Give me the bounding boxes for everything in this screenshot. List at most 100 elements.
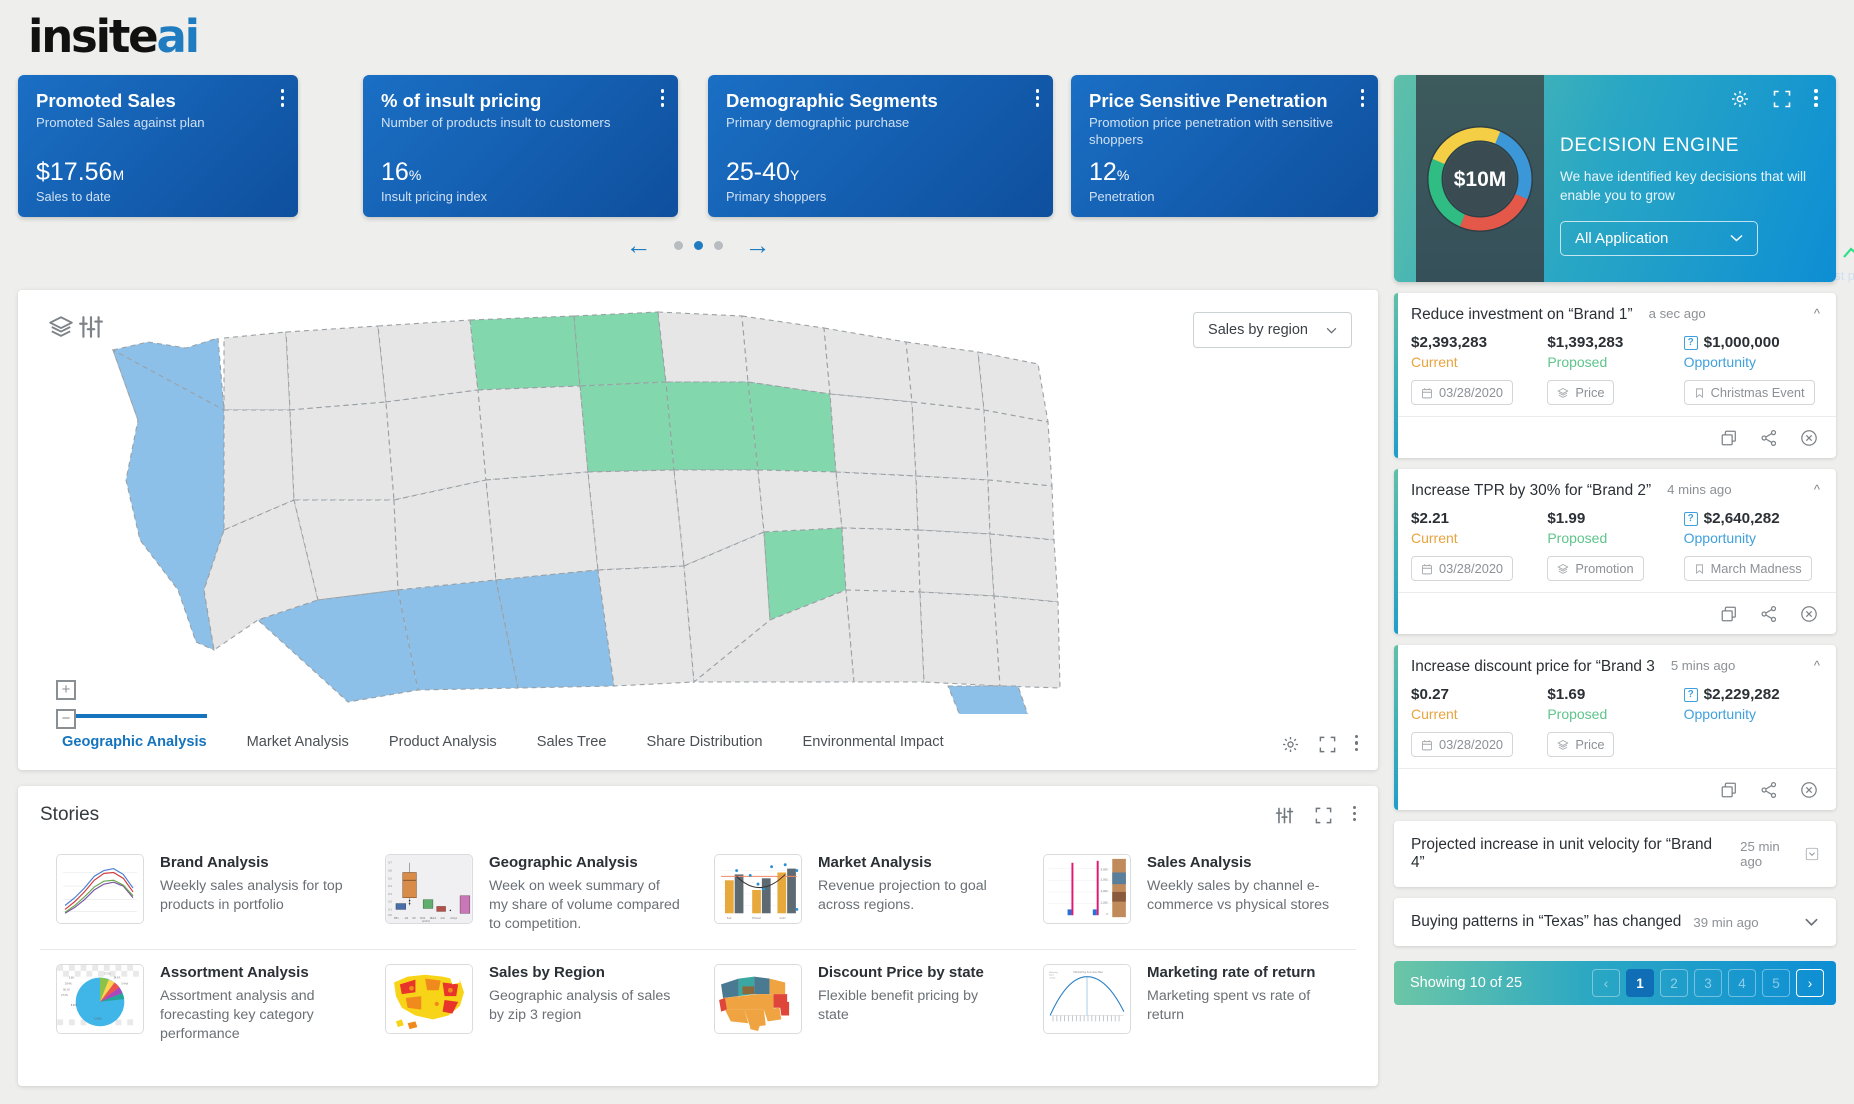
gear-icon[interactable] xyxy=(1281,735,1300,754)
decision-card-collapsed-texas[interactable]: Buying patterns in “Texas” has changed 3… xyxy=(1394,898,1836,946)
zoom-out-button[interactable]: − xyxy=(56,709,76,729)
brand-logo[interactable]: insiteai xyxy=(28,10,200,63)
pagination-controls: ‹ 1 2 3 4 5 › xyxy=(1592,969,1824,997)
svg-text:8.5kit: 8.5kit xyxy=(71,1003,77,1006)
map-metric-select[interactable]: Sales by region xyxy=(1193,312,1352,348)
carousel-prev-icon[interactable]: ← xyxy=(626,232,652,258)
decision-date-tag[interactable]: 03/28/2020 xyxy=(1411,732,1514,757)
pagination-prev-button[interactable]: ‹ xyxy=(1592,969,1620,997)
tab-product-analysis[interactable]: Product Analysis xyxy=(389,728,497,756)
pagination-page-5[interactable]: 5 xyxy=(1762,969,1790,997)
story-card-brand-analysis[interactable]: Brand Analysis Weekly sales analysis for… xyxy=(40,850,369,939)
pagination-page-4[interactable]: 4 xyxy=(1728,969,1756,997)
story-description: Geographic analysis of sales by zip 3 re… xyxy=(489,987,671,1023)
carousel-dot-2[interactable] xyxy=(693,240,703,250)
svg-text:0.4: 0.4 xyxy=(388,885,392,888)
pagination-page-3[interactable]: 3 xyxy=(1694,969,1722,997)
help-icon[interactable]: ? xyxy=(1683,511,1698,526)
gear-icon[interactable] xyxy=(1730,89,1750,109)
filter-sliders-icon[interactable] xyxy=(78,314,104,340)
tab-share-distribution[interactable]: Share Distribution xyxy=(647,728,763,756)
decision-card-collapsed-brand-4[interactable]: Projected increase in unit velocity for … xyxy=(1394,821,1836,887)
decision-date-tag[interactable]: 03/28/2020 xyxy=(1411,556,1514,581)
svg-text:prodnd: prodnd xyxy=(422,920,430,923)
expand-caret-icon[interactable] xyxy=(1805,847,1819,861)
story-title: Brand Analysis xyxy=(160,854,269,871)
pagination-page-2[interactable]: 2 xyxy=(1660,969,1688,997)
tab-market-analysis[interactable]: Market Analysis xyxy=(247,728,349,756)
decision-card-brand-2[interactable]: Increase TPR by 30% for “Brand 2” 4 mins… xyxy=(1394,469,1836,634)
dismiss-icon[interactable] xyxy=(1800,781,1818,799)
carousel-next-icon[interactable]: → xyxy=(745,232,771,258)
duplicate-icon[interactable] xyxy=(1720,429,1738,447)
decision-type-tag[interactable]: Promotion xyxy=(1547,556,1644,581)
story-card-assortment-analysis[interactable]: 3.6% 29.4% 56.1% 27.2% 17.1% 34.5% 5.4 kit 8.5k… xyxy=(40,960,369,1049)
decision-metric-opportunity: ? $2,229,282 Opportunity xyxy=(1683,686,1820,757)
kpi-menu-icon[interactable] xyxy=(280,89,284,110)
expand-icon[interactable] xyxy=(1318,735,1337,754)
kpi-card-price-sensitive-penetration[interactable]: Price Sensitive Penetration Promotion pr… xyxy=(1071,75,1378,217)
kpi-menu-icon[interactable] xyxy=(660,89,664,110)
decision-card-title: Increase discount price for “Brand 3 xyxy=(1411,658,1655,675)
story-card-geographic-analysis[interactable]: 0.7 0.6 0.5 0.4 0.3 0.2 0.1 0.0 Mfrs Alb Kfc Brdd Nt… xyxy=(369,850,698,939)
decision-card-footer xyxy=(1394,768,1836,810)
application-filter-select[interactable]: All Application xyxy=(1560,220,1758,256)
duplicate-icon[interactable] xyxy=(1720,605,1738,623)
pagination-page-1[interactable]: 1 xyxy=(1626,969,1654,997)
usa-map-svg[interactable] xyxy=(18,290,1378,714)
duplicate-icon[interactable] xyxy=(1720,781,1738,799)
story-card-market-analysis[interactable]: East Midwest South Market Analysis Revenue… xyxy=(698,850,1027,939)
zoom-in-button[interactable]: + xyxy=(56,680,76,700)
decision-date-tag[interactable]: 03/28/2020 xyxy=(1411,380,1514,405)
map-panel-menu-icon[interactable] xyxy=(1354,735,1358,754)
stories-menu-icon[interactable] xyxy=(1352,805,1356,825)
decision-pagination: Showing 10 of 25 ‹ 1 2 3 4 5 › xyxy=(1394,961,1836,1005)
story-card-marketing-rate-of-return[interactable]: Marketing Success Max Marketing Spent vs Ra… xyxy=(1027,960,1356,1049)
kpi-card-demographic-segments[interactable]: Demographic Segments Primary demographic… xyxy=(708,75,1053,217)
decision-type-tag[interactable]: Price xyxy=(1547,380,1615,405)
story-card-sales-analysis[interactable]: 6,000 3,000 2,000 1,000 0 Sales Analysis Wee… xyxy=(1027,850,1356,939)
story-card-sales-by-region[interactable]: Sales by Region Geographic analysis of s… xyxy=(369,960,698,1049)
decision-type-tag[interactable]: Price xyxy=(1547,732,1615,757)
collapse-caret-icon[interactable]: ^ xyxy=(1814,658,1820,673)
story-card-discount-price-by-state[interactable]: Discount Price by state Flexible benefit… xyxy=(698,960,1027,1049)
decision-collapsed-title: Buying patterns in “Texas” has changed xyxy=(1411,913,1682,930)
pagination-next-button[interactable]: › xyxy=(1796,969,1824,997)
layers-icon[interactable] xyxy=(48,314,74,340)
tab-environmental-impact[interactable]: Environmental Impact xyxy=(803,728,944,756)
svg-text:0.7: 0.7 xyxy=(388,862,392,865)
collapse-caret-icon[interactable]: ^ xyxy=(1814,306,1820,321)
share-icon[interactable] xyxy=(1760,781,1778,799)
dismiss-icon[interactable] xyxy=(1800,605,1818,623)
kpi-menu-icon[interactable] xyxy=(1360,89,1364,110)
decision-card-metrics: $0.27 Current 03/28/2020 $1.69 Proposed … xyxy=(1411,686,1820,757)
kpi-card-promoted-sales[interactable]: Promoted Sales Promoted Sales against pl… xyxy=(18,75,1854,283)
carousel-dot-3[interactable] xyxy=(713,240,723,250)
expand-icon[interactable] xyxy=(1314,806,1333,825)
share-icon[interactable] xyxy=(1760,429,1778,447)
collapse-caret-icon[interactable]: ^ xyxy=(1814,482,1820,497)
expand-icon[interactable] xyxy=(1772,89,1792,109)
carousel-dot-1[interactable] xyxy=(673,240,683,250)
map-tool-bar xyxy=(48,314,104,359)
decision-engine-menu-icon[interactable] xyxy=(1814,89,1818,110)
filter-sliders-icon[interactable] xyxy=(1275,806,1294,825)
kpi-card-insult-pricing[interactable]: % of insult pricing Number of products i… xyxy=(363,75,678,217)
kpi-menu-icon[interactable] xyxy=(1035,89,1039,110)
svg-text:3.6%: 3.6% xyxy=(69,976,74,979)
tab-sales-tree[interactable]: Sales Tree xyxy=(537,728,607,756)
decision-event-tag[interactable]: March Madness xyxy=(1683,556,1812,581)
map-panel-actions xyxy=(1281,735,1358,754)
line-chart-thumb xyxy=(56,854,144,924)
curve-chart-thumb: Marketing Success Max Marketing Spent vs Ra… xyxy=(1043,963,1131,1034)
share-icon[interactable] xyxy=(1760,605,1778,623)
help-icon[interactable]: ? xyxy=(1683,335,1698,350)
expand-caret-icon[interactable] xyxy=(1804,917,1819,927)
tab-geographic-analysis[interactable]: Geographic Analysis xyxy=(62,714,207,756)
decision-event-tag[interactable]: Christmas Event xyxy=(1683,380,1815,405)
decision-card-brand-1[interactable]: Reduce investment on “Brand 1” a sec ago… xyxy=(1394,293,1836,458)
help-icon[interactable]: ? xyxy=(1683,687,1698,702)
dismiss-icon[interactable] xyxy=(1800,429,1818,447)
usa-map[interactable] xyxy=(18,290,1378,714)
decision-card-brand-3[interactable]: Increase discount price for “Brand 3 5 m… xyxy=(1394,645,1836,810)
